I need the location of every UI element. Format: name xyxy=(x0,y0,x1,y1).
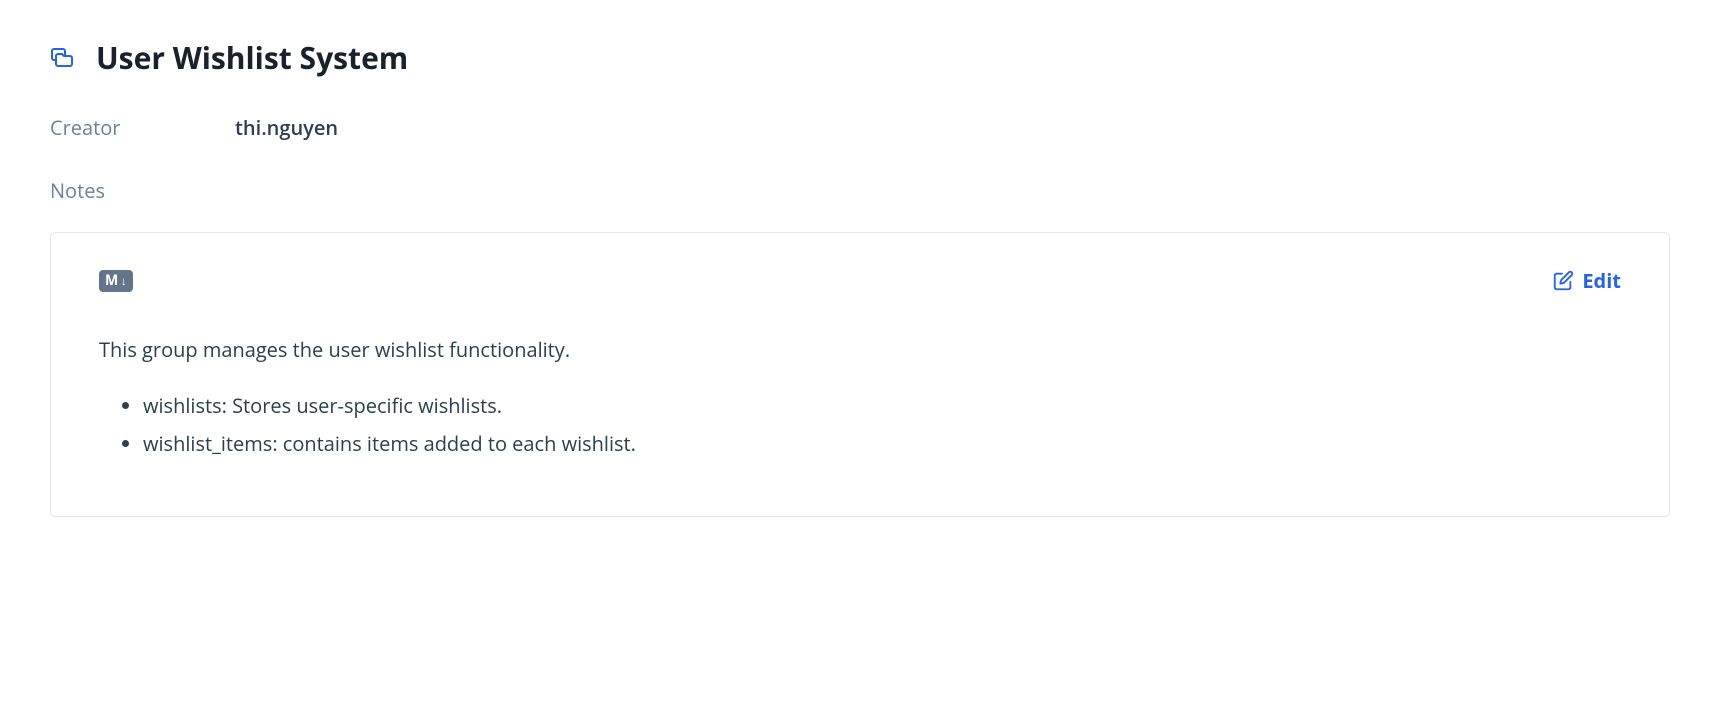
creator-label: Creator xyxy=(50,114,235,141)
creator-row: Creator thi.nguyen xyxy=(50,114,1670,141)
notes-card-header: M↓ Edit xyxy=(99,267,1621,294)
creator-value: thi.nguyen xyxy=(235,114,338,141)
page-title: User Wishlist System xyxy=(96,40,408,76)
markdown-icon: M↓ xyxy=(99,270,133,292)
edit-icon xyxy=(1552,270,1574,292)
group-folder-icon xyxy=(50,46,74,70)
notes-label: Notes xyxy=(50,177,1670,204)
list-item: wishlist_items: contains items added to … xyxy=(143,428,1621,460)
edit-button-label: Edit xyxy=(1582,267,1621,294)
title-row: User Wishlist System xyxy=(50,40,1670,76)
notes-card: M↓ Edit This group manages the user wish… xyxy=(50,232,1670,517)
edit-button[interactable]: Edit xyxy=(1552,267,1621,294)
notes-paragraph: This group manages the user wishlist fun… xyxy=(99,334,1621,366)
list-item: wishlists: Stores user-specific wishlist… xyxy=(143,390,1621,422)
notes-list: wishlists: Stores user-specific wishlist… xyxy=(99,390,1621,460)
notes-body: This group manages the user wishlist fun… xyxy=(99,334,1621,460)
page-container: User Wishlist System Creator thi.nguyen … xyxy=(0,0,1720,557)
